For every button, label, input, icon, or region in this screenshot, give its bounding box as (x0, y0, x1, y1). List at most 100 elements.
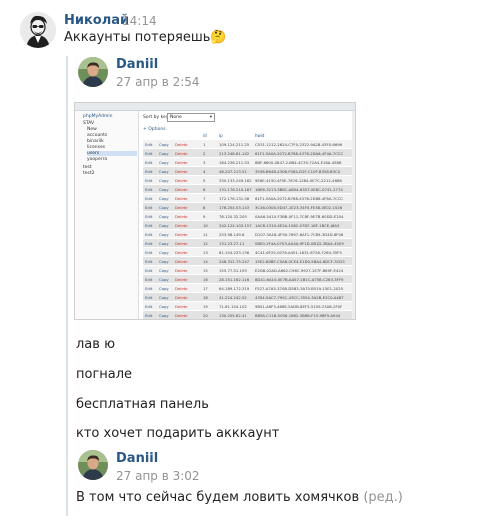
author-name[interactable]: Николай (64, 13, 129, 28)
table-row: Edit Copy Delete 15 155.77.51.193 E2D8-02AD-A… (143, 266, 355, 274)
row-edit-link: Edit (145, 286, 153, 291)
tree-node: test2 (83, 171, 95, 176)
table-header: id ip hwid (143, 133, 355, 139)
tree-node-selected: users (87, 151, 137, 156)
table-row: Edit Copy Delete 9 78.120.32.205 0AA6-5410-F3… (143, 212, 355, 220)
row-delete-link: Delete (175, 214, 188, 219)
cell-id: 15 (203, 268, 208, 273)
cell-hwid: 0BE0-2F4A-0703-AA4A-9F1D-0B1D-3BA4-4509 (255, 241, 344, 246)
row-delete-link: Delete (175, 286, 188, 291)
cell-hwid: E2D8-02AD-A662-C96C-9927-1E7F-B69F-E424 (255, 268, 344, 273)
forwarded-author-name[interactable]: Daniil (116, 57, 158, 72)
cell-ip: 253.98.149.6 (219, 232, 245, 237)
cell-ip: 28.151.162.116 (219, 277, 250, 282)
cell-ip: 109.124.211.25 (219, 142, 250, 147)
cell-id: 2 (203, 151, 206, 156)
row-edit-link: Edit (145, 214, 153, 219)
forwarded-author-name[interactable]: Daniil (116, 451, 158, 466)
thinking-emoji-icon: 🤔 (210, 30, 227, 45)
row-edit-link: Edit (145, 313, 153, 318)
row-edit-link: Edit (145, 277, 153, 282)
message-text: В том что сейчас будем ловить хомячков (… (76, 490, 403, 505)
screenshot-scrollbar (352, 111, 355, 319)
row-copy-link: Copy (159, 286, 169, 291)
tree-node: test (83, 165, 92, 170)
cell-hwid: 1BE6-3213-3B8C-A804-6357-0E8C-0741-2774 (255, 187, 343, 192)
row-copy-link: Copy (159, 196, 169, 201)
cell-hwid: D107-3A18-4F90-7697-6AF1-7C89-3D4D-6F06 (255, 232, 344, 237)
avatar-daniil[interactable] (78, 450, 108, 480)
cell-ip: 164.236.211.53 (219, 160, 250, 165)
cell-hwid: 3C46-0300-5D47-1E23-34F0-FE38-0E02-1526 (255, 205, 343, 210)
row-edit-link: Edit (145, 160, 153, 165)
message-text: лав ю (76, 337, 116, 352)
table-row: Edit Copy Delete 3 164.236.211.53 8BF-6600-08… (143, 158, 355, 166)
avatar-nikolai[interactable] (20, 12, 56, 48)
row-edit-link: Edit (145, 187, 153, 192)
screenshot-table-area: Sort by key: None ▾ + Options id ip hwid… (143, 111, 355, 319)
row-edit-link: Edit (145, 259, 153, 264)
sort-label: Sort by key: (143, 115, 170, 120)
screenshot-window-bar (75, 103, 355, 111)
col-header-id: id (203, 133, 207, 138)
row-copy-link: Copy (159, 304, 169, 309)
row-delete-link: Delete (175, 169, 188, 174)
cell-ip: 78.120.32.205 (219, 214, 247, 219)
cell-hwid: 61F1-5A0A-2072-B768-4376-2D86-4F6A-7CCC (255, 196, 344, 201)
message-text-content: В том что сейчас будем ловить хомячков (76, 490, 360, 505)
cell-id: 7 (203, 196, 206, 201)
cell-ip: 81.154.233.136 (219, 250, 250, 255)
avatar-daniil[interactable] (78, 57, 108, 87)
table-row: Edit Copy Delete 4 46.207.213.51 3558-B64B-43… (143, 167, 355, 175)
cell-ip: 130.255.62.41 (219, 313, 247, 318)
cell-ip: 155.77.51.193 (219, 268, 247, 273)
cell-id: 13 (203, 250, 208, 255)
forwarded-message-time[interactable]: 27 апр в 3:02 (116, 469, 200, 483)
cell-hwid: C531-1212-2624-C7F0-2322-9A28-43F0-6696 (255, 142, 343, 147)
cell-hwid: 8BF-6600-0847-2-B84-4C35-72A4-E16A-4588 (255, 160, 342, 165)
tree-node: STAV (83, 121, 95, 126)
forwarded-message-time[interactable]: 27 апр в 2:54 (116, 75, 200, 89)
cell-hwid: 61F1-5A0A-2072-B768-4376-2DA6-4F4A-7CCC (255, 151, 344, 156)
screenshot-db-tree: phpMyAdmin STAV New accounts binarilk li… (75, 111, 139, 319)
options-link: + Options (143, 127, 166, 132)
sort-select: None ▾ (167, 113, 215, 122)
row-delete-link: Delete (175, 142, 188, 147)
table-row: Edit Copy Delete 16 28.151.162.116 8D41-6A10-… (143, 275, 355, 283)
row-copy-link: Copy (159, 151, 169, 156)
row-edit-link: Edit (145, 196, 153, 201)
table-row: Edit Copy Delete 13 81.154.233.136 4C41-6F25-… (143, 248, 355, 256)
row-copy-link: Copy (159, 277, 169, 282)
row-delete-link: Delete (175, 187, 188, 192)
cell-hwid: 15E2-B0BF-C5A6-0CE4-E1D0-5BA4-6DCF-3CD3 (255, 259, 345, 264)
tree-node: licenses (87, 145, 106, 150)
cell-id: 17 (203, 286, 208, 291)
table-row: Edit Copy Delete 18 41.224.242.52 4354-5AC7-7… (143, 293, 355, 301)
cell-hwid: 4354-5AC7-795C-43CC-3554-3A2B-E2C0-A487 (255, 295, 344, 300)
row-edit-link: Edit (145, 178, 153, 183)
avatar-nikolai-image (20, 12, 56, 48)
row-edit-link: Edit (145, 268, 153, 273)
cell-ip: 46.207.213.51 (219, 169, 247, 174)
row-copy-link: Copy (159, 268, 169, 273)
message-time[interactable]: 14:14 (122, 14, 157, 28)
chevron-down-icon: ▾ (209, 115, 212, 120)
cell-id: 3 (203, 160, 206, 165)
cell-ip: 330.133.249.182 (219, 178, 252, 183)
cell-hwid: 0AA6-5410-F3BB-0F11-7C8F-9E7B-60DD-E204 (255, 214, 344, 219)
row-copy-link: Copy (159, 232, 169, 237)
row-delete-link: Delete (175, 241, 188, 246)
cell-id: 12 (203, 241, 208, 246)
row-copy-link: Copy (159, 259, 169, 264)
attached-screenshot[interactable]: phpMyAdmin STAV New accounts binarilk li… (74, 102, 356, 320)
cell-id: 20 (203, 313, 208, 318)
cell-ip: 71.61.154.102 (219, 304, 247, 309)
edited-label: (ред.) (363, 490, 403, 505)
cell-id: 16 (203, 277, 208, 282)
cell-ip: 248.312.75.247 (219, 259, 250, 264)
forward-quote-bar (66, 56, 68, 516)
row-edit-link: Edit (145, 223, 153, 228)
cell-hwid: 4C41-6F25-0076-A451-1631-6726-7264-35F5 (255, 250, 342, 255)
row-edit-link: Edit (145, 151, 153, 156)
tree-node: yooperra (87, 157, 108, 162)
